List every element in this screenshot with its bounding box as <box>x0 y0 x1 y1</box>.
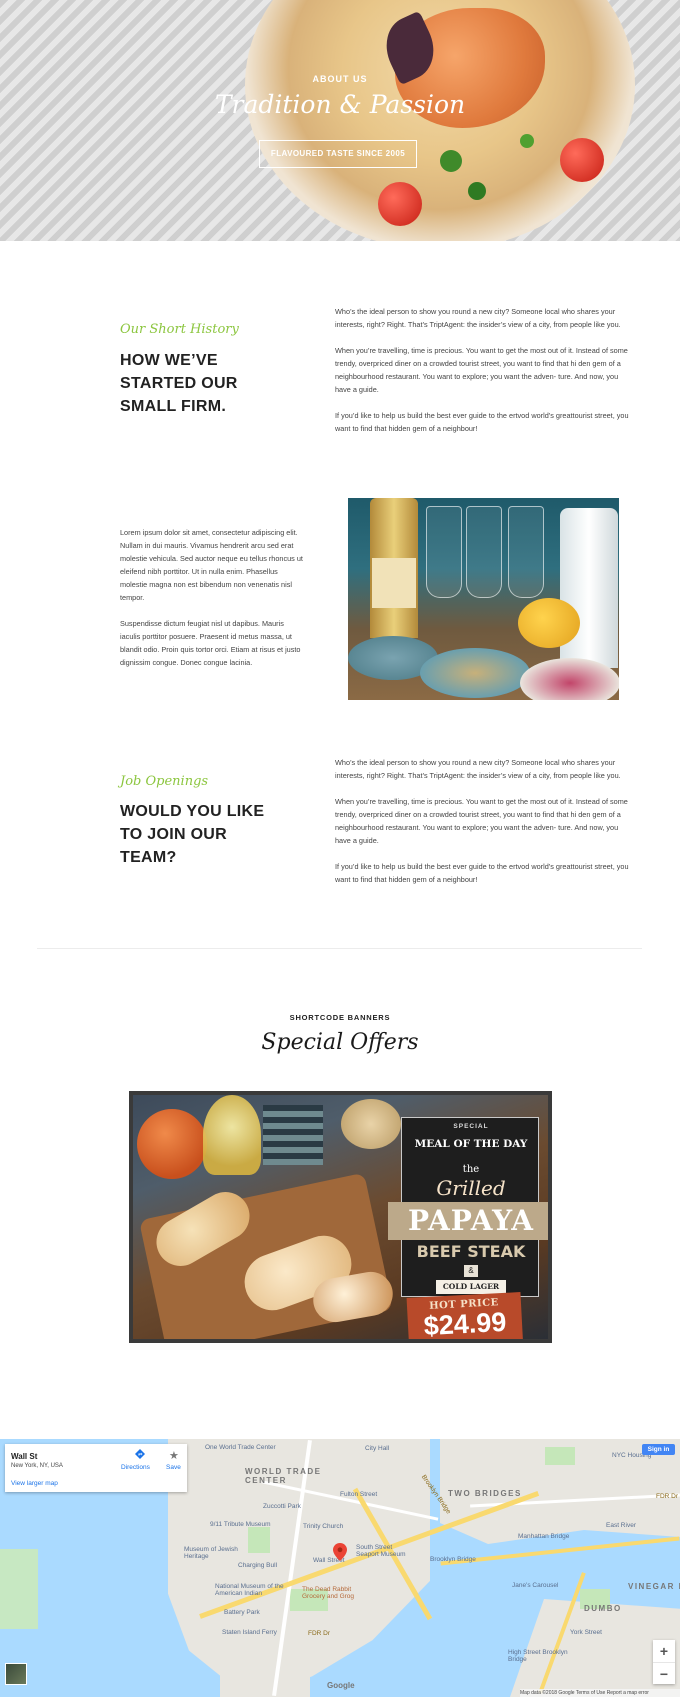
meal-of-the-day-banner[interactable]: SPECIAL MEAL OF THE DAY the Grilled PAPA… <box>129 1091 552 1343</box>
history-paragraph: If you’d like to help us build the best … <box>335 411 629 433</box>
map-place-card: Wall St New York, NY, USA View larger ma… <box>5 1444 187 1492</box>
jobs-heading: WOULD YOU LIKE TO JOIN OUR TEAM? <box>120 803 265 866</box>
pumpkin-image <box>137 1109 207 1179</box>
map-pin-icon[interactable] <box>333 1543 347 1561</box>
sign-in-button[interactable]: Sign in <box>642 1444 675 1455</box>
history-paragraph: Who’s the ideal person to show you round… <box>335 307 621 329</box>
map-label: Trinity Church <box>303 1523 344 1530</box>
meal-badge: SPECIAL MEAL OF THE DAY the Grilled PAPA… <box>388 1117 548 1297</box>
snack-bowl-image <box>420 648 530 698</box>
snack-bowl-image <box>520 658 619 700</box>
map-label: Manhattan Bridge <box>518 1533 570 1540</box>
jobs-script-title: Job Openings <box>120 774 209 789</box>
place-address: New York, NY, USA <box>11 1463 63 1469</box>
about-paragraph: Lorem ipsum dolor sit amet, consectetur … <box>120 528 303 602</box>
badge-cold-lager: COLD LAGER <box>436 1280 506 1294</box>
bar-table-photo <box>348 498 619 700</box>
map-label: The Dead Rabbit Grocery and Grog <box>302 1586 355 1600</box>
map-label: Fulton Street <box>340 1491 378 1498</box>
hero-banner <box>0 0 680 241</box>
price-value: $24.99 <box>422 1306 508 1342</box>
badge-ampersand: & <box>464 1265 478 1277</box>
map-label: 9/11 Tribute Museum <box>210 1521 271 1528</box>
map-park <box>545 1447 575 1465</box>
map-label: VINEGAR HI <box>628 1582 680 1591</box>
map-label: National Museum of the American Indian <box>215 1583 284 1597</box>
wine-glass-image <box>426 506 462 598</box>
history-heading: HOW WE’VE STARTED OUR SMALL FIRM. <box>120 352 238 415</box>
map-label: WORLD TRADE CENTER <box>245 1467 322 1485</box>
map-label: Battery Park <box>224 1609 260 1616</box>
badge-papaya: PAPAYA <box>388 1202 548 1240</box>
hero-subtitle: ABOUT US <box>312 74 368 84</box>
map-label: DUMBO <box>584 1604 622 1613</box>
zoom-in-button[interactable]: + <box>653 1640 675 1662</box>
herb-image <box>440 150 462 172</box>
tomato-image <box>378 182 422 226</box>
directions-icon[interactable] <box>133 1449 147 1461</box>
price-tag: HOT PRICE $24.99 <box>406 1292 524 1342</box>
about-body: Lorem ipsum dolor sit amet, consectetur … <box>120 526 305 669</box>
place-title: Wall St <box>11 1452 38 1461</box>
shortcode-label: SHORTCODE BANNERS <box>289 1013 391 1022</box>
map-label: Museum of Jewish Heritage <box>184 1546 238 1560</box>
herb-image <box>520 134 534 148</box>
flavoured-taste-button[interactable]: FLAVOURED TASTE SINCE 2005 <box>259 140 417 168</box>
map-label: York Street <box>570 1629 602 1636</box>
map-park <box>248 1527 270 1553</box>
map-label: High Street Brooklyn Bridge <box>508 1649 568 1663</box>
oil-bottle-image <box>203 1095 261 1175</box>
checkered-cloth-image <box>263 1105 323 1165</box>
jobs-paragraph: When you’re travelling, time is precious… <box>335 797 628 845</box>
map-label: South Street Seaport Museum <box>356 1544 406 1558</box>
map-label: Zuccotti Park <box>263 1503 301 1510</box>
wine-glass-image <box>466 506 502 598</box>
map-label: FDR Dr <box>656 1493 679 1500</box>
badge-beef-steak: BEEF STEAK <box>416 1242 526 1261</box>
jobs-body: Who’s the ideal person to show you round… <box>335 756 630 886</box>
map-label: City Hall <box>365 1445 390 1452</box>
gin-bottle-image <box>560 508 618 668</box>
herb-image <box>468 182 486 200</box>
badge-the: the <box>462 1164 480 1175</box>
map-footer: Map data ©2018 Google Terms of Use Repor… <box>520 1689 680 1697</box>
badge-special: SPECIAL <box>453 1123 489 1130</box>
star-icon[interactable]: ★ <box>169 1449 179 1462</box>
jobs-paragraph: If you’d like to help us build the best … <box>335 862 629 884</box>
wine-glass-image <box>508 506 544 598</box>
lemon-image <box>518 598 580 648</box>
map-land-jersey <box>0 1549 38 1629</box>
map-label: Jane's Carousel <box>512 1582 559 1589</box>
map-label: Charging Bull <box>238 1562 278 1569</box>
google-logo: Google <box>327 1681 355 1690</box>
satellite-toggle[interactable] <box>5 1663 27 1685</box>
view-larger-map-link[interactable]: View larger map <box>11 1480 58 1487</box>
save-button[interactable]: Save <box>166 1464 181 1471</box>
map-label: East River <box>606 1522 636 1529</box>
about-paragraph: Suspendisse dictum feugiat nisl ut dapib… <box>120 619 301 667</box>
badge-meal-of-the-day: MEAL OF THE DAY <box>414 1138 528 1150</box>
zoom-controls: + − <box>653 1640 675 1684</box>
basket-image <box>341 1099 401 1149</box>
tomato-image <box>560 138 604 182</box>
map-label: Brooklyn Bridge <box>430 1556 476 1563</box>
map-label: Staten Island Ferry <box>222 1629 277 1636</box>
section-divider <box>37 948 642 949</box>
map-highway <box>440 1536 680 1566</box>
directions-button[interactable]: Directions <box>121 1464 150 1471</box>
hero-title: Tradition & Passion <box>214 90 466 119</box>
map-land-governors <box>220 1664 310 1697</box>
badge-grilled: Grilled <box>436 1176 506 1200</box>
history-script-title: Our Short History <box>120 322 239 337</box>
history-paragraph: When you’re travelling, time is precious… <box>335 346 628 394</box>
map-label: One World Trade Center <box>205 1444 276 1451</box>
map-label: FDR Dr <box>308 1630 331 1637</box>
history-body: Who’s the ideal person to show you round… <box>335 305 630 435</box>
map-label: TWO BRIDGES <box>448 1489 522 1498</box>
bottle-label-image <box>372 558 416 608</box>
jobs-paragraph: Who’s the ideal person to show you round… <box>335 758 621 780</box>
zoom-out-button[interactable]: − <box>653 1662 675 1684</box>
special-offers-title: Special Offers <box>261 1030 419 1055</box>
